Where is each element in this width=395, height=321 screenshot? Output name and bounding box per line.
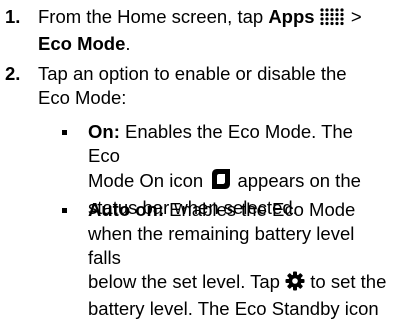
step-line: Tap an option to enable or disable the (38, 63, 347, 84)
option-text: Auto on: Enables the Eco Mode when the r… (88, 198, 388, 321)
step-line: Eco Mode: (38, 87, 127, 108)
option-line: below the set level. Tap to set the (88, 270, 388, 297)
step-line: From the Home screen, tap Apps > (38, 5, 390, 32)
step-number: 1. (5, 6, 21, 27)
eco-mode-label: Eco Mode (38, 33, 126, 54)
step-text-part: . (125, 33, 131, 54)
option-line: On: Enables the Eco Mode. The Eco (88, 120, 388, 168)
option-text-part: Enables the Eco Mode (164, 199, 356, 220)
option-label: On: (88, 121, 120, 142)
bullet-marker (62, 208, 67, 213)
option-label: Auto on: (88, 199, 165, 220)
eco-mode-on-icon (208, 168, 232, 196)
option-text-part: below the set level. Tap (88, 271, 286, 292)
step-line: Eco Mode. (38, 32, 390, 56)
option-line: when the remaining battery level falls (88, 223, 355, 268)
apps-label: Apps (268, 6, 315, 27)
gear-icon (285, 271, 305, 297)
option-text-part: appears on the (232, 170, 361, 191)
document-page: 1. From the Home screen, tap Apps > Eco … (0, 0, 395, 319)
bullet-marker (62, 130, 67, 135)
option-text-part: to set the (305, 271, 387, 292)
option-text-part: Mode On icon (88, 170, 209, 191)
option-line: battery level. The Eco Standby icon (88, 298, 379, 319)
option-line: Mode On icon appears on the (88, 168, 388, 196)
option-line: Auto on: Enables the Eco Mode (88, 198, 388, 222)
step-number: 2. (5, 63, 21, 84)
step-text: From the Home screen, tap Apps > Eco Mod… (38, 5, 390, 56)
step-text-part: From the Home screen, tap (38, 6, 269, 27)
apps-grid-icon (320, 8, 346, 32)
option-text-part: Enables the Eco Mode. The Eco (88, 121, 353, 166)
step-text: Tap an option to enable or disable the E… (38, 62, 390, 110)
step-text-part: > (345, 6, 362, 27)
